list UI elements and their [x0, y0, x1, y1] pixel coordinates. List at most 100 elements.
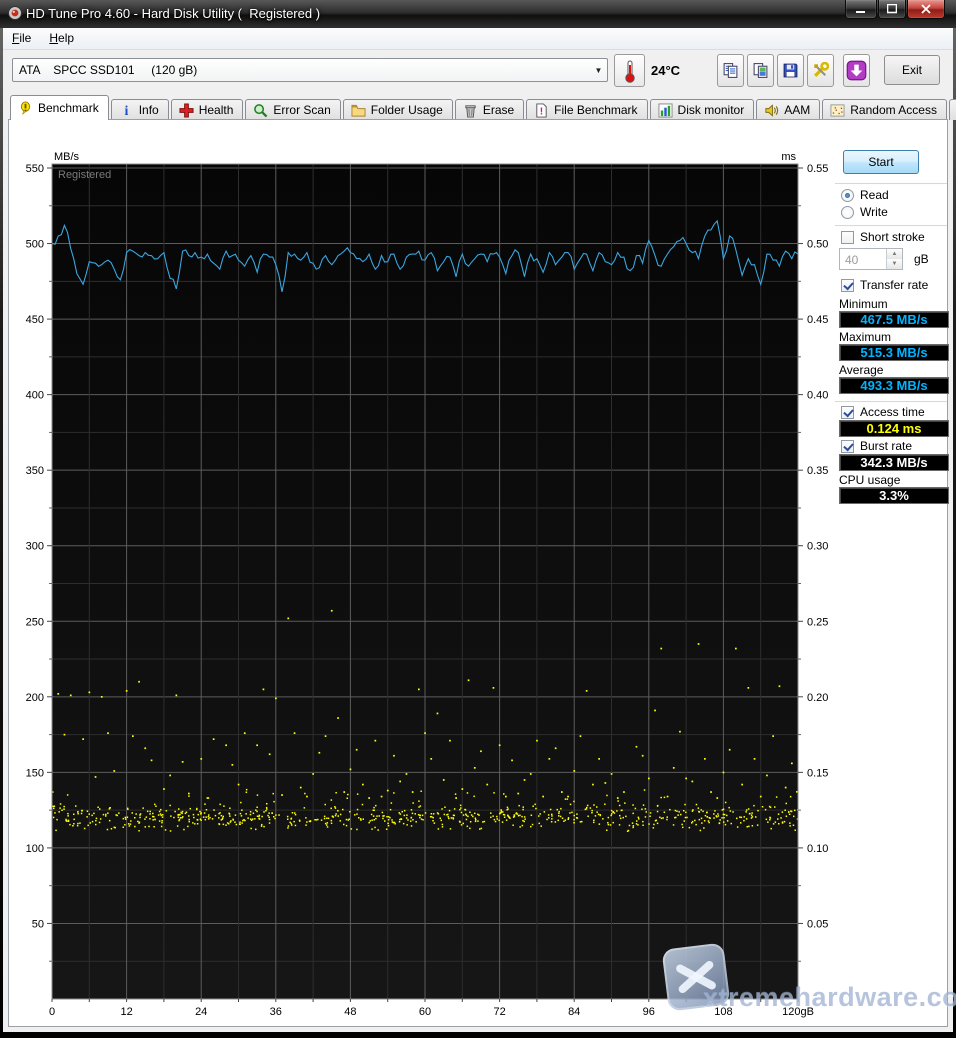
health-icon — [179, 103, 194, 118]
svg-text:500: 500 — [26, 239, 44, 251]
maximum-value: 515.3 MB/s — [839, 344, 949, 361]
maximize-button[interactable] — [878, 0, 906, 19]
tab-label: Error Scan — [273, 103, 330, 117]
write-radio[interactable] — [841, 206, 854, 219]
tab-label: Folder Usage — [371, 103, 443, 117]
burst-rate-label: Burst rate — [860, 439, 912, 453]
app-window: HD Tune Pro 4.60 - Hard Disk Utility ( R… — [0, 0, 956, 1038]
short-stroke-checkbox[interactable] — [841, 231, 854, 244]
drive-selector-value: ATA SPCC SSD101 (120 gB) — [13, 63, 590, 77]
temperature-button[interactable] — [614, 54, 645, 87]
benchmark-panel: RegisteredMB/sms5500.555000.504500.45400… — [8, 119, 948, 1027]
tab-label: Info — [139, 103, 159, 117]
svg-text:36: 36 — [270, 1006, 282, 1018]
copy-text-button[interactable] — [717, 54, 744, 87]
benchmark-chart: RegisteredMB/sms5500.555000.504500.45400… — [9, 120, 831, 1026]
svg-text:120gB: 120gB — [782, 1006, 814, 1018]
average-value: 493.3 MB/s — [839, 377, 949, 394]
svg-text:0: 0 — [49, 1006, 55, 1018]
menu-file[interactable]: File — [3, 28, 40, 48]
save-screenshot-button[interactable] — [777, 54, 804, 87]
tab-label: AAM — [784, 103, 810, 117]
tab-label: File Benchmark — [554, 103, 637, 117]
spinner-arrows[interactable]: ▲▼ — [886, 249, 902, 269]
minimize-icon — [856, 5, 866, 14]
access-time-checkbox[interactable] — [841, 406, 854, 419]
svg-text:72: 72 — [493, 1006, 505, 1018]
options-button[interactable] — [807, 54, 834, 87]
tab-folder-usage[interactable]: Folder Usage — [343, 99, 453, 120]
exit-button-label: Exit — [902, 63, 922, 77]
svg-text:0.50: 0.50 — [807, 239, 828, 251]
short-stroke-size-input[interactable]: 40 ▲▼ — [839, 248, 903, 270]
read-radio[interactable] — [841, 189, 854, 202]
drive-selector[interactable]: ATA SPCC SSD101 (120 gB) ▼ — [12, 58, 608, 82]
update-button[interactable] — [843, 54, 870, 87]
copy-image-button[interactable] — [747, 54, 774, 87]
svg-text:250: 250 — [26, 616, 44, 628]
svg-text:ms: ms — [781, 151, 796, 163]
svg-text:96: 96 — [643, 1006, 655, 1018]
svg-text:Registered: Registered — [58, 169, 111, 181]
tab-info[interactable]: i Info — [111, 99, 169, 120]
svg-text:100: 100 — [26, 843, 44, 855]
menu-bar: FileHelp — [3, 28, 953, 50]
tab-extra-tests[interactable]: Extra tests — [949, 99, 956, 120]
svg-text:0.40: 0.40 — [807, 390, 828, 402]
thermometer-icon — [624, 59, 636, 83]
error-scan-icon — [253, 103, 268, 118]
random-access-icon — [830, 103, 845, 118]
svg-text:!: ! — [540, 106, 543, 117]
access-time-value: 0.124 ms — [839, 420, 949, 437]
cpu-usage-label: CPU usage — [839, 473, 900, 487]
combo-dropdown-icon[interactable]: ▼ — [590, 59, 607, 81]
svg-text:200: 200 — [26, 692, 44, 704]
tab-random-access[interactable]: Random Access — [822, 99, 947, 120]
svg-text:0.30: 0.30 — [807, 541, 828, 553]
start-button-label: Start — [868, 155, 893, 169]
svg-text:24: 24 — [195, 1006, 207, 1018]
access-time-label: Access time — [860, 405, 925, 419]
svg-text:50: 50 — [32, 918, 44, 930]
svg-text:48: 48 — [344, 1006, 356, 1018]
transfer-rate-checkbox[interactable] — [841, 279, 854, 292]
tab-disk-monitor[interactable]: Disk monitor — [650, 99, 755, 120]
tab-benchmark[interactable]: Benchmark — [10, 95, 109, 120]
short-stroke-label: Short stroke — [860, 230, 925, 244]
spin-down-icon[interactable]: ▼ — [887, 259, 902, 269]
tab-health[interactable]: Health — [171, 99, 244, 120]
tab-file-benchmark[interactable]: ! File Benchmark — [526, 99, 647, 120]
burst-rate-checkbox[interactable] — [841, 440, 854, 453]
tab-label: Erase — [483, 103, 514, 117]
menu-help[interactable]: Help — [40, 28, 83, 48]
svg-text:84: 84 — [568, 1006, 580, 1018]
svg-text:400: 400 — [26, 390, 44, 402]
svg-text:0.05: 0.05 — [807, 918, 828, 930]
app-icon — [7, 5, 23, 21]
svg-text:0.10: 0.10 — [807, 843, 828, 855]
arrow-down-icon — [846, 60, 867, 81]
spin-up-icon[interactable]: ▲ — [887, 249, 902, 259]
minimum-value: 467.5 MB/s — [839, 311, 949, 328]
tab-erase[interactable]: Erase — [455, 99, 524, 120]
minimize-button[interactable] — [845, 0, 877, 19]
svg-text:MB/s: MB/s — [54, 151, 80, 163]
svg-text:0.35: 0.35 — [807, 465, 828, 477]
info-icon: i — [119, 103, 134, 118]
svg-text:0.15: 0.15 — [807, 767, 828, 779]
tab-label: Benchmark — [38, 101, 99, 115]
separator — [835, 401, 947, 403]
save-icon — [782, 62, 799, 79]
average-label: Average — [839, 363, 883, 377]
close-button[interactable] — [907, 0, 945, 19]
exit-button[interactable]: Exit — [884, 55, 940, 85]
title-bar[interactable]: HD Tune Pro 4.60 - Hard Disk Utility ( R… — [0, 0, 956, 28]
start-button[interactable]: Start — [843, 150, 919, 174]
svg-text:108: 108 — [714, 1006, 732, 1018]
tab-error-scan[interactable]: Error Scan — [245, 99, 340, 120]
close-icon — [921, 4, 931, 14]
options-icon — [812, 62, 829, 79]
tab-aam[interactable]: AAM — [756, 99, 820, 120]
separator — [835, 183, 947, 185]
window-title: HD Tune Pro 4.60 - Hard Disk Utility ( R… — [26, 6, 320, 21]
